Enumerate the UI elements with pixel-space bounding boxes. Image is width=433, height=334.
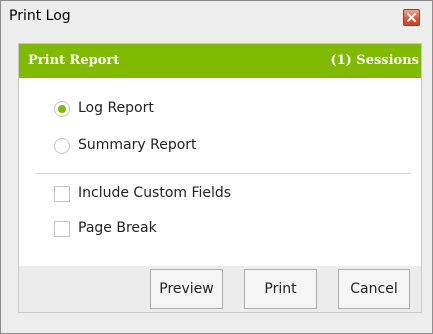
panel-header: Print Report (1) Sessions <box>19 44 421 78</box>
close-button[interactable] <box>403 9 420 26</box>
close-icon <box>407 13 416 22</box>
button-bar: Preview Print Cancel <box>19 266 421 312</box>
radio-label-summary-report: Summary Report <box>78 137 197 153</box>
checkbox-include-custom-fields[interactable] <box>54 186 70 202</box>
radio-button-log-report[interactable] <box>54 101 70 117</box>
panel-title: Print Report <box>28 53 120 68</box>
preview-button[interactable]: Preview <box>150 269 223 309</box>
cancel-button[interactable]: Cancel <box>338 269 410 309</box>
radio-label-log-report: Log Report <box>78 100 154 116</box>
print-button[interactable]: Print <box>244 269 317 309</box>
checkbox-label-include-custom-fields: Include Custom Fields <box>78 185 232 201</box>
title-bar[interactable]: Print Log <box>1 1 432 33</box>
checkbox-page-break[interactable] <box>54 221 70 237</box>
sessions-count: (1) Sessions <box>330 53 419 68</box>
checkbox-label-page-break: Page Break <box>78 220 157 236</box>
window-title: Print Log <box>9 8 71 24</box>
radio-button-summary-report[interactable] <box>54 138 70 154</box>
options-divider <box>36 173 411 174</box>
print-report-panel: Print Report (1) Sessions Log Report Sum… <box>18 43 422 313</box>
print-log-dialog: Print Log Print Report (1) Sessions Log … <box>0 0 433 334</box>
